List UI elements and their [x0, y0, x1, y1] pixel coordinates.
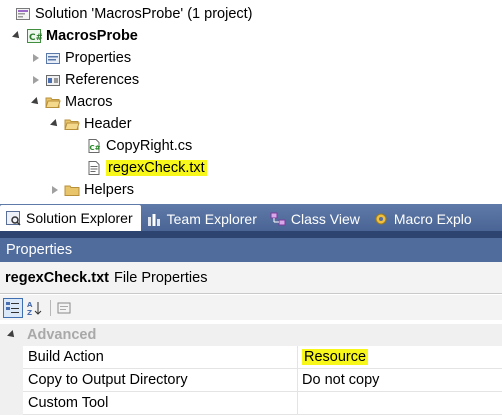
tree-node-solution[interactable]: Solution 'MacrosProbe' (1 project) — [0, 3, 253, 25]
solution-explorer-tree: Solution 'MacrosProbe' (1 project) C# Ma… — [0, 0, 502, 204]
property-name: Build Action — [23, 346, 298, 368]
property-row-copy-to-output[interactable]: Copy to Output Directory Do not copy — [23, 369, 502, 392]
tab-label: Class View — [290, 211, 360, 227]
macro-explorer-icon — [375, 213, 387, 225]
categorized-button[interactable] — [3, 297, 23, 318]
tree-label-macros: Macros — [65, 94, 113, 110]
tree-node-macros[interactable]: Macros — [30, 91, 113, 113]
tree-node-project[interactable]: C# MacrosProbe — [11, 25, 138, 47]
svg-text:Z: Z — [27, 309, 32, 316]
category-label: Advanced — [27, 327, 97, 343]
tree-node-properties[interactable]: Properties — [30, 47, 131, 69]
tree-label-references: References — [65, 72, 140, 88]
panel-divider[interactable] — [0, 231, 502, 238]
tool-window-tabs: Solution Explorer Team Explorer Class Vi… — [0, 204, 502, 231]
solution-explorer-icon — [6, 211, 21, 226]
property-value[interactable]: Resource — [298, 346, 369, 368]
tab-team-explorer[interactable]: Team Explorer — [141, 207, 265, 231]
tab-label: Solution Explorer — [26, 210, 133, 226]
grid-gutter — [0, 346, 23, 415]
references-icon — [46, 75, 60, 86]
tree-label-header: Header — [84, 116, 132, 132]
collapse-arrow-icon[interactable] — [30, 52, 42, 64]
property-pages-button[interactable] — [54, 298, 74, 318]
folder-icon — [64, 185, 80, 196]
tree-node-copyright[interactable]: C# CopyRight.cs — [86, 135, 192, 157]
folder-open-icon — [45, 97, 61, 108]
expand-arrow-icon[interactable] — [49, 118, 61, 130]
folder-open-icon — [64, 119, 80, 130]
class-view-icon — [270, 212, 286, 226]
sort-alphabetical-icon: A Z — [27, 301, 42, 316]
tab-class-view[interactable]: Class View — [265, 207, 368, 231]
csharp-file-icon: C# — [88, 139, 101, 153]
property-value[interactable] — [298, 392, 302, 414]
solution-icon — [16, 8, 30, 20]
property-value[interactable]: Do not copy — [298, 369, 379, 391]
object-name: regexCheck.txt — [5, 269, 109, 286]
collapse-arrow-icon[interactable] — [30, 74, 42, 86]
tab-solution-explorer[interactable]: Solution Explorer — [0, 205, 141, 231]
svg-text:A: A — [27, 301, 33, 309]
tree-label-helpers: Helpers — [84, 182, 134, 198]
property-row-custom-tool[interactable]: Custom Tool — [23, 392, 502, 415]
svg-text:C#: C# — [29, 33, 42, 43]
properties-folder-icon — [46, 53, 60, 64]
solution-label: Solution 'MacrosProbe' (1 project) — [35, 6, 253, 22]
svg-text:C#: C# — [90, 144, 101, 152]
property-grid: Advanced Build Action Resource Copy to O… — [0, 320, 502, 415]
tree-node-header[interactable]: Header — [49, 113, 132, 135]
tab-label: Team Explorer — [166, 211, 257, 227]
tab-macro-explorer[interactable]: Macro Explo — [368, 207, 480, 231]
tree-label-copyright: CopyRight.cs — [106, 138, 193, 154]
tab-label: Macro Explo — [393, 211, 472, 227]
properties-toolbar: A Z — [0, 295, 502, 320]
tree-node-helpers[interactable]: Helpers — [49, 179, 134, 201]
tree-node-regexcheck[interactable]: regexCheck.txt — [86, 157, 207, 179]
text-file-icon — [88, 161, 100, 175]
property-pages-icon — [57, 302, 71, 313]
csharp-project-icon: C# — [27, 29, 42, 43]
build-action-value: Resource — [302, 349, 369, 365]
object-selector[interactable]: regexCheck.txt File Properties — [0, 262, 502, 294]
category-row-advanced[interactable]: Advanced — [0, 324, 502, 346]
property-row-build-action[interactable]: Build Action Resource — [23, 346, 502, 369]
property-name: Custom Tool — [23, 392, 298, 414]
properties-title: Properties — [6, 242, 73, 258]
expand-arrow-icon[interactable] — [30, 96, 42, 108]
categorized-icon — [6, 301, 19, 313]
alphabetical-button[interactable]: A Z — [25, 298, 45, 318]
properties-title-bar: Properties — [0, 238, 502, 262]
property-name: Copy to Output Directory — [23, 369, 298, 391]
collapse-arrow-icon[interactable] — [49, 184, 61, 196]
toolbar-separator — [50, 299, 51, 316]
object-type: File Properties — [113, 269, 208, 286]
team-explorer-icon — [147, 214, 160, 226]
tree-label-regexcheck: regexCheck.txt — [106, 160, 207, 176]
collapse-category-icon[interactable] — [6, 329, 18, 341]
tree-node-references[interactable]: References — [30, 69, 139, 91]
tree-label-properties: Properties — [65, 50, 132, 66]
expand-arrow-icon[interactable] — [11, 30, 23, 42]
project-label: MacrosProbe — [46, 28, 138, 44]
